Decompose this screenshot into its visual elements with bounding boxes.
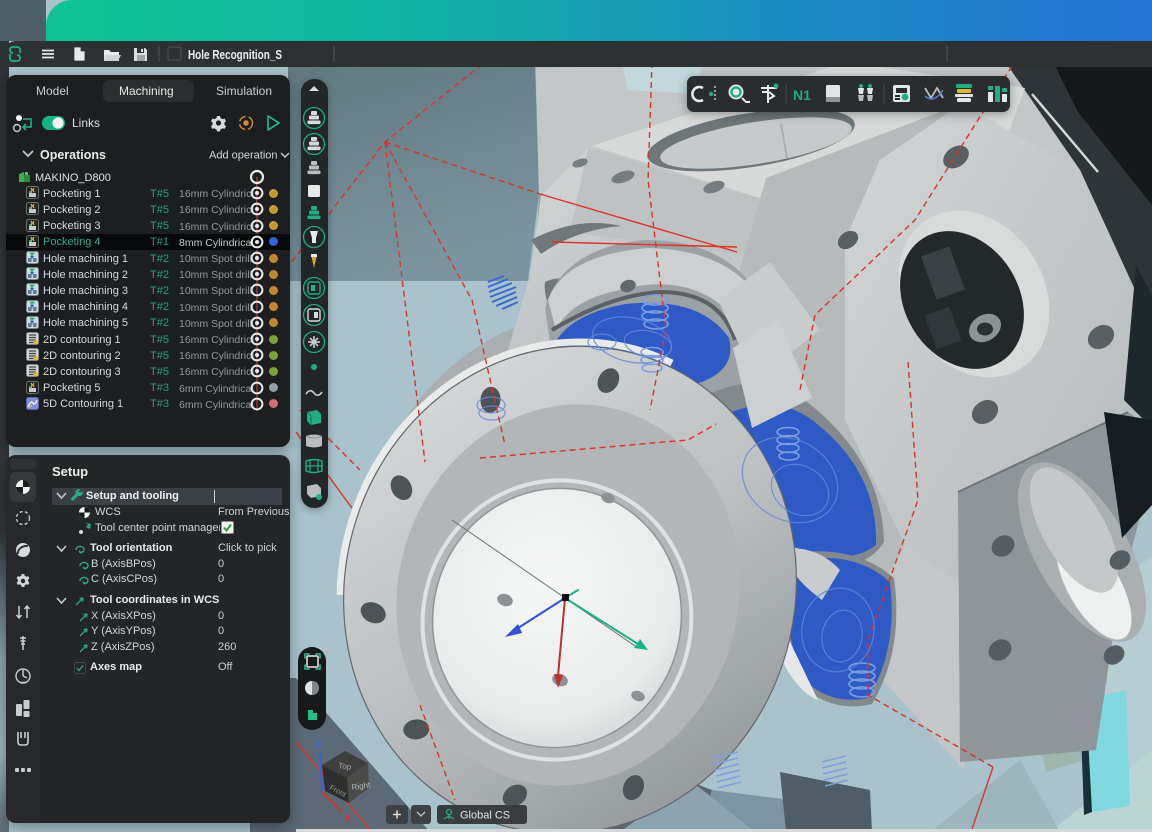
svg-text:Top: Top bbox=[338, 761, 353, 772]
svg-text:X: X bbox=[344, 813, 352, 825]
svg-text:Z: Z bbox=[315, 739, 322, 751]
svg-text:Global CS: Global CS bbox=[460, 810, 510, 822]
svg-text:Right: Right bbox=[351, 780, 372, 792]
